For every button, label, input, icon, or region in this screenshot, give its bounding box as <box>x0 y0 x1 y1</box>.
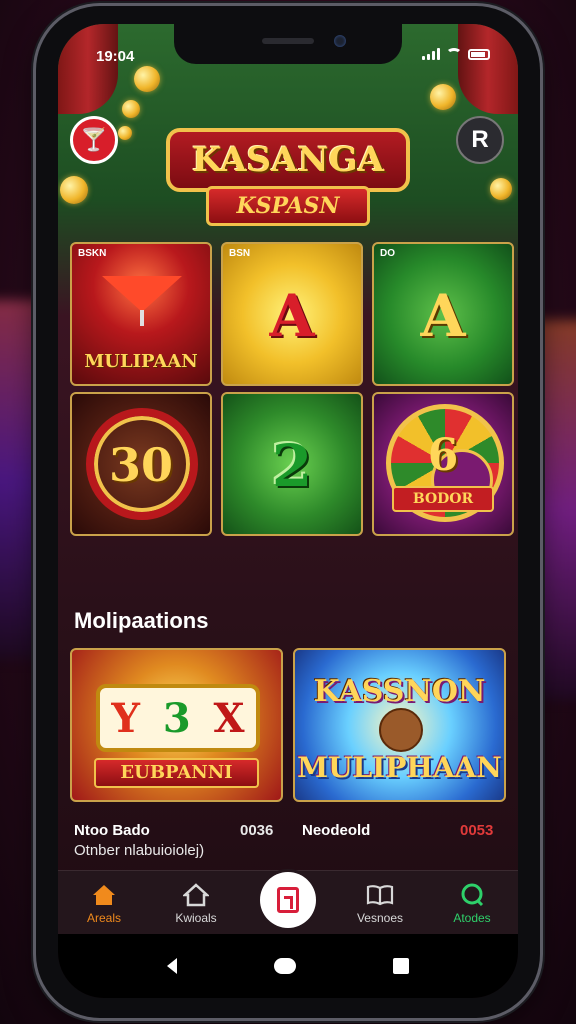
coin-icon <box>122 100 140 118</box>
game-tag: BSN <box>229 248 251 259</box>
game-tile[interactable]: 6 BODOR <box>372 392 514 536</box>
nav-label: Areals <box>86 910 121 925</box>
game-tile[interactable]: BSN A <box>221 242 363 386</box>
game-tile[interactable]: BSKN MULIPAAN <box>70 242 212 386</box>
coin-icon <box>430 84 456 110</box>
logo-subtitle: KSPASN <box>206 186 370 226</box>
game-caption: BODOR <box>392 486 494 512</box>
bear-mascot-icon <box>379 708 423 752</box>
back-icon[interactable] <box>166 958 177 974</box>
promo-right-number: 0053 <box>460 822 494 839</box>
house-icon <box>182 881 210 909</box>
game-tag: DO <box>380 248 395 259</box>
game-tile[interactable]: 30 <box>70 392 212 536</box>
game-tile[interactable]: DO A <box>372 242 514 386</box>
profile-button[interactable]: R <box>456 116 504 164</box>
cocktail-icon: 🍸 <box>80 127 108 152</box>
promo-title: KASSNON <box>313 674 486 709</box>
recents-icon[interactable] <box>393 958 410 974</box>
wifi-icon <box>446 48 462 60</box>
nav-item-center[interactable] <box>248 871 328 928</box>
game-caption: MULIPAAN <box>84 351 198 372</box>
cocktail-icon <box>102 268 182 328</box>
bottom-nav: Areals Kwioals Vesnoes Atodes <box>58 870 518 934</box>
profile-icon: R <box>471 126 489 153</box>
game-grid: BSKN MULIPAAN BSN A DO A 30 2 6 BODOR <box>70 242 514 536</box>
promo-subtitle: MULIPHAAN <box>297 751 502 784</box>
promo-left-number: 0036 <box>240 822 274 839</box>
center-app-icon <box>260 871 316 928</box>
status-bar: 19:04 <box>58 38 518 65</box>
game-symbol: 2 <box>271 432 313 500</box>
app-logo: KASANGA KSPASN <box>166 118 410 240</box>
promo-card[interactable]: Y 3 X EUBPANNI <box>70 648 283 802</box>
nav-label: Kwioals <box>175 910 217 925</box>
promo-card[interactable]: KASSNON MULIPHAAN <box>293 648 506 802</box>
coin-icon <box>134 66 160 92</box>
system-nav-bar <box>58 934 518 998</box>
slot-reels: Y 3 X <box>96 684 260 752</box>
reel-symbol: 3 <box>162 694 191 742</box>
reel-symbol: Y <box>111 694 140 742</box>
nav-item-house[interactable]: Kwioals <box>156 881 236 925</box>
signal-icon <box>422 48 440 60</box>
battery-icon <box>468 49 490 60</box>
game-tile[interactable]: 2 <box>221 392 363 536</box>
game-symbol: 6 <box>427 430 459 481</box>
status-icons <box>422 48 490 60</box>
reel-symbol: X <box>213 694 245 742</box>
nav-item-book[interactable]: Vesnoes <box>340 881 420 925</box>
game-symbol: A <box>269 282 315 350</box>
game-tag: BSKN <box>78 248 107 259</box>
logo-title: KASANGA <box>166 128 410 192</box>
home-pill-icon[interactable] <box>273 958 296 974</box>
game-symbol: 30 <box>108 438 173 492</box>
nav-label: Vesnoes <box>356 910 404 925</box>
nav-item-chat[interactable]: Atodes <box>432 881 512 925</box>
promo-right-name: Neodeold <box>302 822 371 839</box>
chat-icon <box>458 881 486 909</box>
nav-label: Atodes <box>453 910 491 925</box>
cocktail-menu-button[interactable]: 🍸 <box>70 116 118 164</box>
phone-frame: 19:04 🍸 R KASANGA KSPASN BSKN MULIPAAN B… <box>36 6 540 1018</box>
app-screen: 19:04 🍸 R KASANGA KSPASN BSKN MULIPAAN B… <box>58 24 518 998</box>
nav-item-home[interactable]: Areals <box>64 881 144 925</box>
promo-row: Y 3 X EUBPANNI KASSNON MULIPHAAN <box>70 648 506 802</box>
promo-subtext: Otnber nlabuioiolej) <box>74 842 205 859</box>
book-icon <box>366 881 394 909</box>
home-icon <box>90 881 118 909</box>
status-time: 19:04 <box>96 48 135 65</box>
coin-icon <box>60 176 88 204</box>
section-title: Molipaations <box>74 608 209 633</box>
game-symbol: A <box>420 282 466 350</box>
promo-ribbon: EUBPANNI <box>94 758 259 788</box>
coin-icon <box>490 178 512 200</box>
coin-icon <box>118 126 132 140</box>
promo-left-name: Ntoo Bado <box>74 822 150 839</box>
